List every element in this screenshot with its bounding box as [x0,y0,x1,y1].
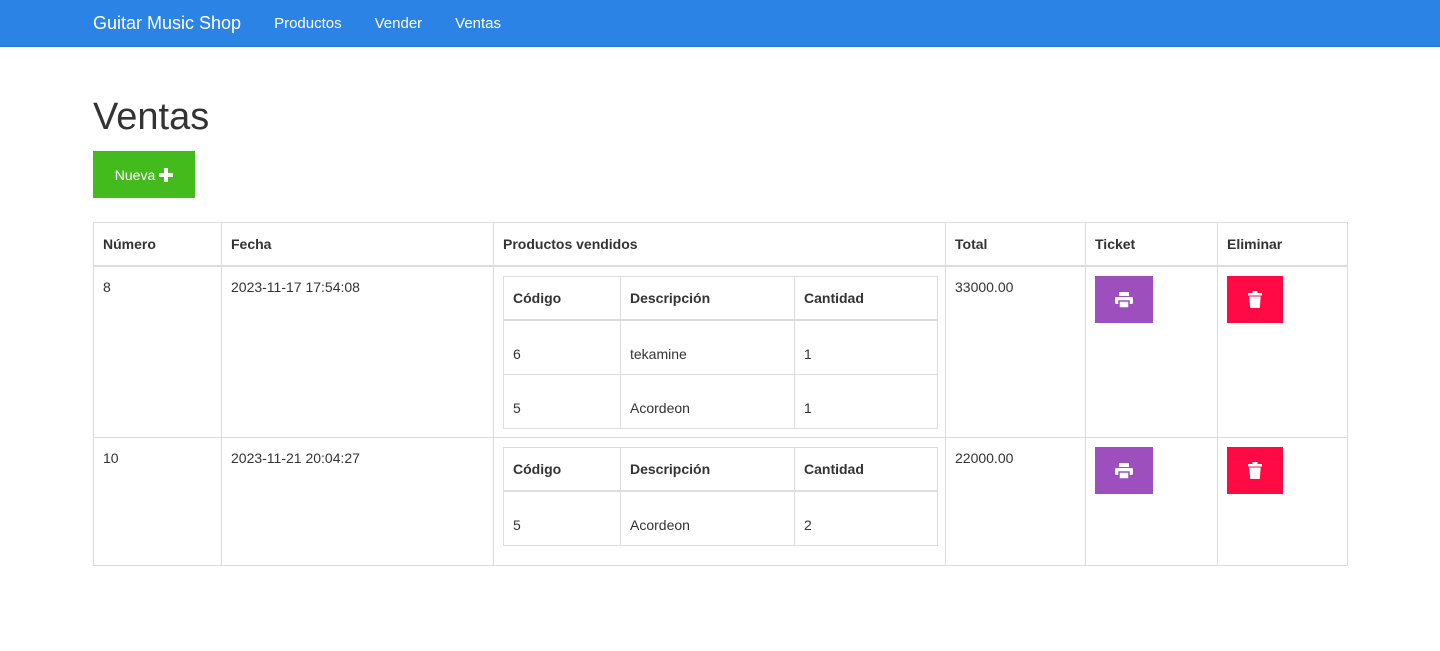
cell-ticket [1085,437,1218,566]
cell-eliminar [1217,437,1348,566]
product-cantidad: 2 [794,490,938,546]
product-codigo: 5 [503,490,621,546]
header-total: Total [945,222,1086,267]
cell-fecha: 2023-11-17 17:54:08 [221,265,494,438]
product-row: 5 Acordeon 1 [503,374,938,429]
sales-table-header-row: Número Fecha Productos vendidos Total Ti… [93,222,1348,267]
printer-icon [1115,291,1133,308]
cell-productos: Código Descripción Cantidad 6 tekamine 1 [493,265,946,438]
product-descripcion: Acordeon [620,490,795,546]
products-header-codigo: Código [503,276,621,321]
nav-container: Guitar Music Shop Productos Vender Venta… [93,13,534,34]
plus-icon [159,167,174,182]
products-header-descripcion: Descripción [620,276,795,321]
table-row: 10 2023-11-21 20:04:27 Código Descripció… [93,437,1348,566]
trash-icon [1248,462,1262,479]
delete-sale-button[interactable] [1227,276,1283,323]
cell-numero: 10 [93,437,222,566]
cell-productos: Código Descripción Cantidad 5 Acordeon 2 [493,437,946,566]
header-ticket: Ticket [1085,222,1218,267]
cell-ticket [1085,265,1218,438]
product-descripcion: Acordeon [620,374,795,429]
printer-icon [1115,462,1133,479]
cell-numero: 8 [93,265,222,438]
header-fecha: Fecha [221,222,494,267]
print-ticket-button[interactable] [1095,447,1153,494]
sales-table: Número Fecha Productos vendidos Total Ti… [93,222,1348,566]
header-productos-vendidos: Productos vendidos [493,222,946,267]
products-table: Código Descripción Cantidad 6 tekamine 1 [503,276,938,429]
product-codigo: 5 [503,374,621,429]
products-table: Código Descripción Cantidad 5 Acordeon 2 [503,447,938,546]
products-header-row: Código Descripción Cantidad [503,276,938,321]
brand-link[interactable]: Guitar Music Shop [93,13,241,34]
header-eliminar: Eliminar [1217,222,1348,267]
header-numero: Número [93,222,222,267]
products-header-codigo: Código [503,447,621,492]
product-cantidad: 1 [794,319,938,375]
trash-icon [1248,291,1262,308]
product-row: 5 Acordeon 2 [503,490,938,546]
product-cantidad: 1 [794,374,938,429]
new-sale-button[interactable]: Nueva [93,151,195,198]
cell-fecha: 2023-11-21 20:04:27 [221,437,494,566]
product-descripcion: tekamine [620,319,795,375]
new-sale-button-label: Nueva [114,166,156,183]
cell-eliminar [1217,265,1348,438]
products-header-row: Código Descripción Cantidad [503,447,938,492]
page-title: Ventas [93,96,210,138]
table-row: 8 2023-11-17 17:54:08 Código Descripción… [93,265,1348,438]
products-header-cantidad: Cantidad [794,447,938,492]
nav-link-vender[interactable]: Vender [375,15,423,32]
delete-sale-button[interactable] [1227,447,1283,494]
cell-total: 33000.00 [945,265,1086,438]
product-row: 6 tekamine 1 [503,319,938,375]
print-ticket-button[interactable] [1095,276,1153,323]
nav-link-productos[interactable]: Productos [274,15,342,32]
products-header-cantidad: Cantidad [794,276,938,321]
products-header-descripcion: Descripción [620,447,795,492]
navbar: Guitar Music Shop Productos Vender Venta… [0,0,1440,47]
cell-total: 22000.00 [945,437,1086,566]
product-codigo: 6 [503,319,621,375]
nav-link-ventas[interactable]: Ventas [455,15,501,32]
main-container: Ventas Nueva Número Fecha Productos vend… [93,95,1348,566]
